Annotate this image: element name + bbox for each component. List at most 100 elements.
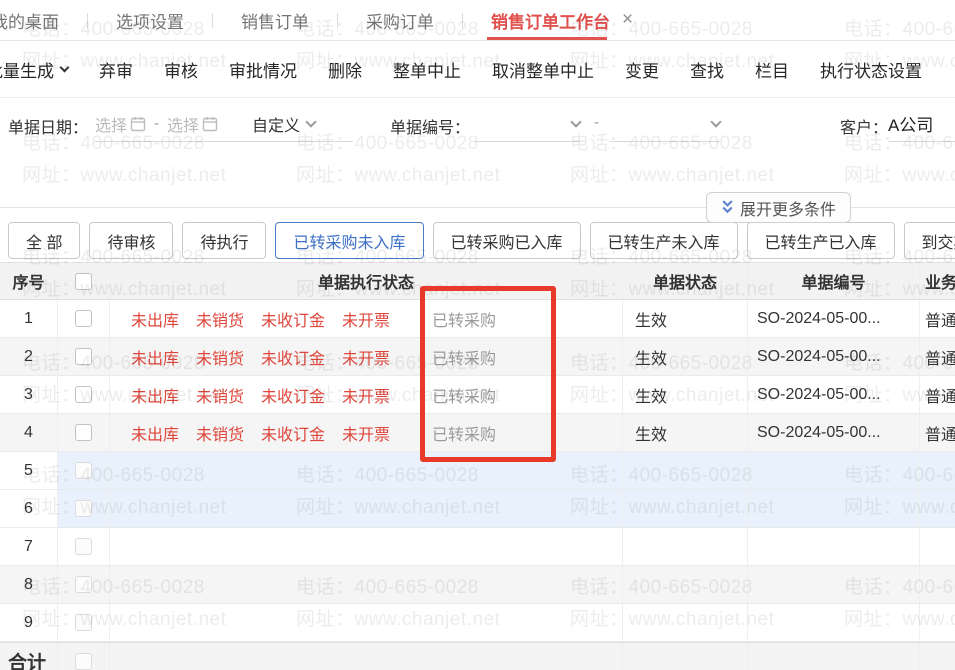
doc-status-cell [623, 490, 748, 527]
tab-item[interactable]: 销售订单工作台× [487, 0, 637, 40]
exec-flag: 未出库 [131, 421, 179, 445]
row-index: 5 [0, 452, 58, 489]
exec-flag: 未销货 [196, 383, 244, 407]
exec-status-cell: 未出库未销货未收订金未开票已转采购 [110, 414, 623, 451]
row-checkbox[interactable] [75, 310, 92, 327]
status-filter-chip[interactable]: 已转生产未入库 [590, 222, 738, 259]
footer-checkbox [75, 653, 92, 670]
status-filter-chip[interactable]: 待审核 [89, 222, 173, 259]
status-filter-chip[interactable]: 到交期未执行 [904, 222, 955, 259]
status-filter-bar: 全 部待审核待执行已转采购未入库已转采购已入库已转生产未入库已转生产已入库到交期… [0, 222, 955, 262]
doc-no-cell: SO-2024-05-00... [748, 300, 920, 337]
table-body: 1未出库未销货未收订金未开票已转采购生效SO-2024-05-00...普通2 未… [0, 300, 955, 642]
exec-flag: 未开票 [342, 383, 390, 407]
toolbar-button[interactable]: 执行状态设置 [820, 57, 922, 82]
tab-item[interactable]: 选项设置 [112, 0, 188, 40]
exec-status-cell [110, 452, 623, 489]
row-checkbox[interactable] [75, 462, 92, 479]
calendar-icon [202, 116, 218, 132]
close-icon[interactable]: × [622, 9, 633, 31]
biz-type-cell [920, 604, 955, 641]
toolbar-button-label: 删除 [328, 57, 362, 82]
row-checkbox-cell [58, 414, 110, 451]
tab-item[interactable]: 我的桌面 [0, 0, 63, 40]
row-checkbox[interactable] [75, 576, 92, 593]
tab-item[interactable]: 采购订单 [362, 0, 438, 40]
header-seq[interactable]: 序号 [0, 263, 58, 299]
toolbar-button[interactable]: 栏目 [755, 57, 789, 82]
exec-flag: 未出库 [131, 345, 179, 369]
header-doc-no[interactable]: 单据编号 [748, 263, 920, 299]
row-index: 8 [0, 566, 58, 603]
tab-label: 选项设置 [116, 8, 184, 33]
exec-status-cell [110, 490, 623, 527]
toolbar-button[interactable]: 取消整单中止 [492, 57, 594, 82]
toolbar-button[interactable]: 变更 [625, 57, 659, 82]
table-row: 6 [0, 490, 955, 528]
table-row: 1未出库未销货未收订金未开票已转采购生效SO-2024-05-00...普通 [0, 300, 955, 338]
tab-item[interactable]: 销售订单 [237, 0, 313, 40]
row-checkbox[interactable] [75, 386, 92, 403]
doc-status-cell: 生效 [623, 300, 748, 337]
row-checkbox[interactable] [75, 614, 92, 631]
status-filter-chip[interactable]: 已转生产已入库 [747, 222, 895, 259]
tab-separator [462, 13, 463, 28]
doc-no-cell [748, 566, 920, 603]
docno-from-select[interactable] [475, 106, 580, 142]
chevron-down-icon [60, 62, 70, 72]
exec-flag: 未出库 [131, 307, 179, 331]
status-filter-chip[interactable]: 全 部 [8, 222, 80, 259]
toolbar-button[interactable]: 整单中止 [393, 57, 461, 82]
date-mode-select[interactable]: 自定义 [252, 112, 315, 136]
status-filter-chip[interactable]: 已转采购未入库 [275, 222, 423, 259]
biz-type-cell: 普通 [920, 376, 955, 413]
row-checkbox[interactable] [75, 424, 92, 441]
date-to-input[interactable]: 选择 [167, 112, 218, 136]
chevron-down-icon [570, 116, 581, 127]
converted-status: 已转采购 [432, 383, 496, 407]
row-checkbox-cell [58, 452, 110, 489]
expand-more-button[interactable]: 展开更多条件 [706, 192, 851, 223]
toolbar-button[interactable]: 删除 [328, 57, 362, 82]
toolbar-button[interactable]: 审核 [164, 57, 198, 82]
exec-status-cell: 未出库未销货未收订金未开票已转采购 [110, 338, 623, 375]
row-checkbox-cell [58, 300, 110, 337]
biz-type-cell: 普通 [920, 414, 955, 451]
row-checkbox[interactable] [75, 500, 92, 517]
footer-status-cell [623, 643, 748, 670]
exec-status-cell [110, 604, 623, 641]
toolbar-button[interactable]: 查找 [690, 57, 724, 82]
toolbar-button[interactable]: 批量生成 [0, 57, 68, 82]
doc-no-cell: SO-2024-05-00... [748, 376, 920, 413]
status-filter-chip[interactable]: 已转采购已入库 [433, 222, 581, 259]
header-checkbox-cell [58, 263, 110, 299]
orders-table: 序号 单据执行状态 单据状态 单据编号 业务类型 1未出库未销货未收订金未开票已… [0, 262, 955, 670]
header-doc-status[interactable]: 单据状态 [623, 263, 748, 299]
chevron-down-icon [710, 116, 721, 127]
date-from-input[interactable]: 选择 [95, 112, 146, 136]
toolbar-button[interactable]: 审批情况 [229, 57, 297, 82]
row-checkbox[interactable] [75, 348, 92, 365]
header-biz-type[interactable]: 业务类型 [920, 263, 955, 299]
row-index: 2 [0, 338, 58, 375]
customer-input[interactable]: A公司 [888, 106, 955, 142]
exec-flags: 未出库未销货未收订金未开票 [110, 307, 390, 331]
biz-type-cell: 普通 [920, 338, 955, 375]
row-checkbox-cell [58, 376, 110, 413]
row-checkbox-cell [58, 604, 110, 641]
tab-separator [87, 13, 88, 28]
exec-flag: 未收订金 [261, 421, 325, 445]
doc-no-cell [748, 490, 920, 527]
status-filter-chip[interactable]: 待执行 [182, 222, 266, 259]
row-index: 3 [0, 376, 58, 413]
toolbar-button[interactable]: 弃审 [99, 57, 133, 82]
tab-label: 采购订单 [366, 8, 434, 33]
row-checkbox[interactable] [75, 538, 92, 555]
header-exec-status[interactable]: 单据执行状态 [110, 263, 623, 299]
doc-status-cell [623, 566, 748, 603]
toolbar-button-label: 审核 [164, 57, 198, 82]
docno-to-select[interactable] [610, 106, 720, 142]
select-all-checkbox[interactable] [75, 273, 92, 290]
filter-bar: 单据日期： 选择 - 选择 自定义 单据编号： - 客户： A公司 展开更多条 [0, 98, 955, 222]
doc-status-cell [623, 528, 748, 565]
